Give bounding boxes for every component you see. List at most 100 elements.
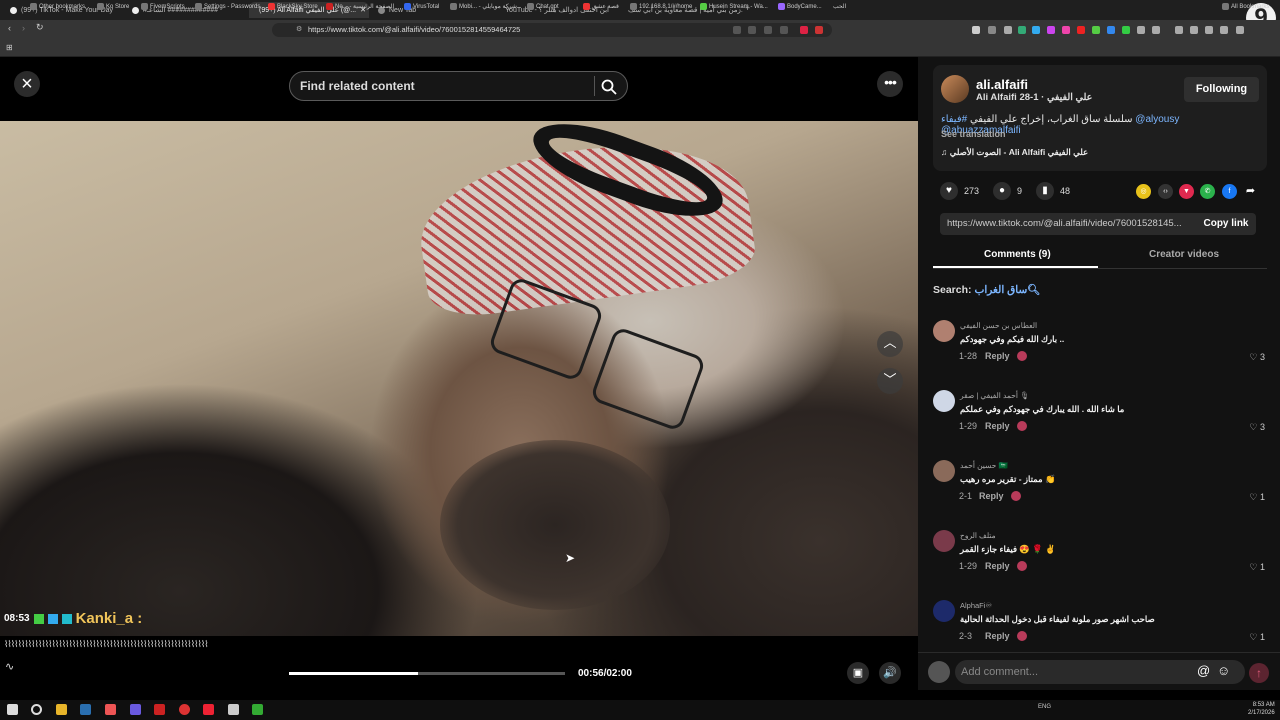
heart-outline-icon[interactable]: ♡: [1249, 492, 1257, 502]
share-icon[interactable]: [780, 26, 788, 34]
see-translation-link[interactable]: See translation: [941, 129, 1006, 139]
file-explorer-icon[interactable]: [56, 704, 67, 715]
send-icon[interactable]: ▼: [1179, 184, 1194, 199]
commenter-avatar[interactable]: [933, 320, 955, 342]
video-progress-bar[interactable]: [289, 672, 565, 675]
comment-like[interactable]: ♡ 3: [1249, 422, 1265, 433]
commenter-avatar[interactable]: [933, 460, 955, 482]
heart-outline-icon[interactable]: ♡: [1249, 632, 1257, 642]
app-icon[interactable]: [228, 704, 239, 715]
commenter-name[interactable]: أحمد الفيفي | صقر 🎙: [960, 391, 1030, 400]
bookmark-item[interactable]: Husein Stream - Wa...: [700, 3, 768, 10]
extension-icon[interactable]: [972, 26, 980, 34]
comment-like[interactable]: ♡ 3: [1249, 352, 1265, 363]
embed-icon[interactable]: ‹›: [1158, 184, 1173, 199]
commenter-avatar[interactable]: [933, 390, 955, 412]
extension-icon[interactable]: [1077, 26, 1085, 34]
comment-like[interactable]: ♡ 1: [1249, 492, 1265, 503]
reply-button[interactable]: Reply: [985, 631, 1010, 641]
browser-taskbar-icon[interactable]: [179, 704, 190, 715]
bookmark-item[interactable]: Other bookmarks: [30, 3, 85, 10]
app-icon[interactable]: [154, 704, 165, 715]
heart-outline-icon[interactable]: ♡: [1249, 422, 1257, 432]
windows-start-icon[interactable]: [7, 704, 18, 715]
reply-button[interactable]: Reply: [985, 421, 1010, 431]
bookmark-item[interactable]: 192.168.8.1/#/home: [630, 3, 692, 10]
extension-icon[interactable]: [1047, 26, 1055, 34]
commenter-name[interactable]: متلف الروح: [960, 531, 996, 540]
extension-icon[interactable]: [1152, 26, 1160, 34]
menu-icon[interactable]: [1236, 26, 1244, 34]
related-search-input[interactable]: Find related content: [289, 71, 628, 101]
zoom-icon[interactable]: [748, 26, 756, 34]
save-stat[interactable]: ▮ 48: [1036, 182, 1070, 200]
bookmark-item[interactable]: Ne... - الصفحة الرئيسية: [326, 3, 394, 10]
system-tray[interactable]: ENG: [1038, 704, 1051, 710]
ai-icon[interactable]: [1220, 26, 1228, 34]
next-video-button[interactable]: ﹀: [877, 368, 903, 394]
copy-link-button[interactable]: Copy link: [1196, 213, 1256, 235]
repost-icon[interactable]: ◎: [1136, 184, 1151, 199]
back-icon[interactable]: ‹: [8, 23, 11, 33]
commenter-avatar[interactable]: [933, 530, 955, 552]
author-avatar[interactable]: [941, 75, 969, 103]
bookmark-item[interactable]: FivemScripts: [141, 3, 185, 10]
whatsapp-icon[interactable]: ✆: [1200, 184, 1215, 199]
reload-icon[interactable]: ↻: [36, 22, 44, 33]
following-button[interactable]: Following: [1184, 77, 1259, 102]
commenter-name[interactable]: العطاس بن حسن الفيفي: [960, 321, 1037, 330]
bookmark-icon[interactable]: ▮: [1036, 182, 1054, 200]
bookmark-item[interactable]: Settings - Passwords: [195, 3, 260, 10]
extension-icon[interactable]: [1137, 26, 1145, 34]
system-clock[interactable]: 8:53 AM 2/17/2026: [1248, 701, 1275, 717]
comment-like[interactable]: ♡ 1: [1249, 632, 1265, 643]
bookmark-item[interactable]: قصة عشق: [583, 3, 619, 10]
rewards-icon[interactable]: [815, 26, 823, 34]
comment-like[interactable]: ♡ 1: [1249, 562, 1265, 573]
tab-comments[interactable]: Comments (9): [984, 249, 1051, 260]
app-icon[interactable]: [252, 704, 263, 715]
apps-grid-icon[interactable]: ⊞: [6, 43, 13, 52]
app-icon[interactable]: [203, 704, 214, 715]
commenter-name[interactable]: AlphaFi♾: [960, 601, 992, 610]
comment-icon[interactable]: ●: [993, 182, 1011, 200]
extension-icon[interactable]: [1018, 26, 1026, 34]
extension-icon[interactable]: [1107, 26, 1115, 34]
music-info[interactable]: ♫ الصوت الأصلي - Ali Alfaifi علي الفيفي: [941, 147, 1088, 158]
search-icon[interactable]: [600, 78, 618, 96]
post-comment-button[interactable]: ↑: [1249, 663, 1269, 683]
comment-stat[interactable]: ● 9: [993, 182, 1022, 200]
heart-outline-icon[interactable]: ♡: [1249, 562, 1257, 572]
heart-icon[interactable]: ♥: [940, 182, 958, 200]
bookmark-item[interactable]: Ko Store: [97, 3, 129, 10]
reply-button[interactable]: Reply: [985, 561, 1010, 571]
bookmark-item[interactable]: Mobi... - شركة موبايلي: [450, 3, 517, 10]
extension-icon[interactable]: [1004, 26, 1012, 34]
install-icon[interactable]: [764, 26, 772, 34]
reply-button[interactable]: Reply: [979, 491, 1004, 501]
bookmark-item[interactable]: VirusTotal: [404, 3, 439, 10]
wallet-icon[interactable]: [1205, 26, 1213, 34]
pip-button[interactable]: ▣: [847, 662, 869, 684]
forward-icon[interactable]: ›: [22, 23, 25, 33]
extension-icon[interactable]: [1122, 26, 1130, 34]
like-stat[interactable]: ♥ 273: [940, 182, 979, 200]
user-avatar[interactable]: [928, 661, 950, 683]
volume-button[interactable]: 🔊: [879, 662, 901, 684]
bookmark-item[interactable]: Chat gpt: [527, 3, 559, 10]
media-control-icon[interactable]: [1175, 26, 1183, 34]
sidebar-icon[interactable]: [1190, 26, 1198, 34]
cast-icon[interactable]: [733, 26, 741, 34]
all-bookmarks[interactable]: All Bookmarks: [1222, 3, 1269, 10]
heart-outline-icon[interactable]: ♡: [1249, 352, 1257, 362]
extension-icon[interactable]: [1032, 26, 1040, 34]
comment-search-highlight[interactable]: Search: ساق الغراب🔍︎: [933, 283, 1041, 296]
search-taskbar-icon[interactable]: [31, 704, 42, 715]
extension-icon[interactable]: [988, 26, 996, 34]
bookmark-item[interactable]: BlackSky Store: [268, 3, 318, 10]
reply-button[interactable]: Reply: [985, 351, 1010, 361]
more-options-button[interactable]: •••: [877, 71, 903, 97]
extension-icon[interactable]: [1062, 26, 1070, 34]
emoji-icon[interactable]: ☺: [1217, 663, 1230, 678]
commenter-avatar[interactable]: [933, 600, 955, 622]
